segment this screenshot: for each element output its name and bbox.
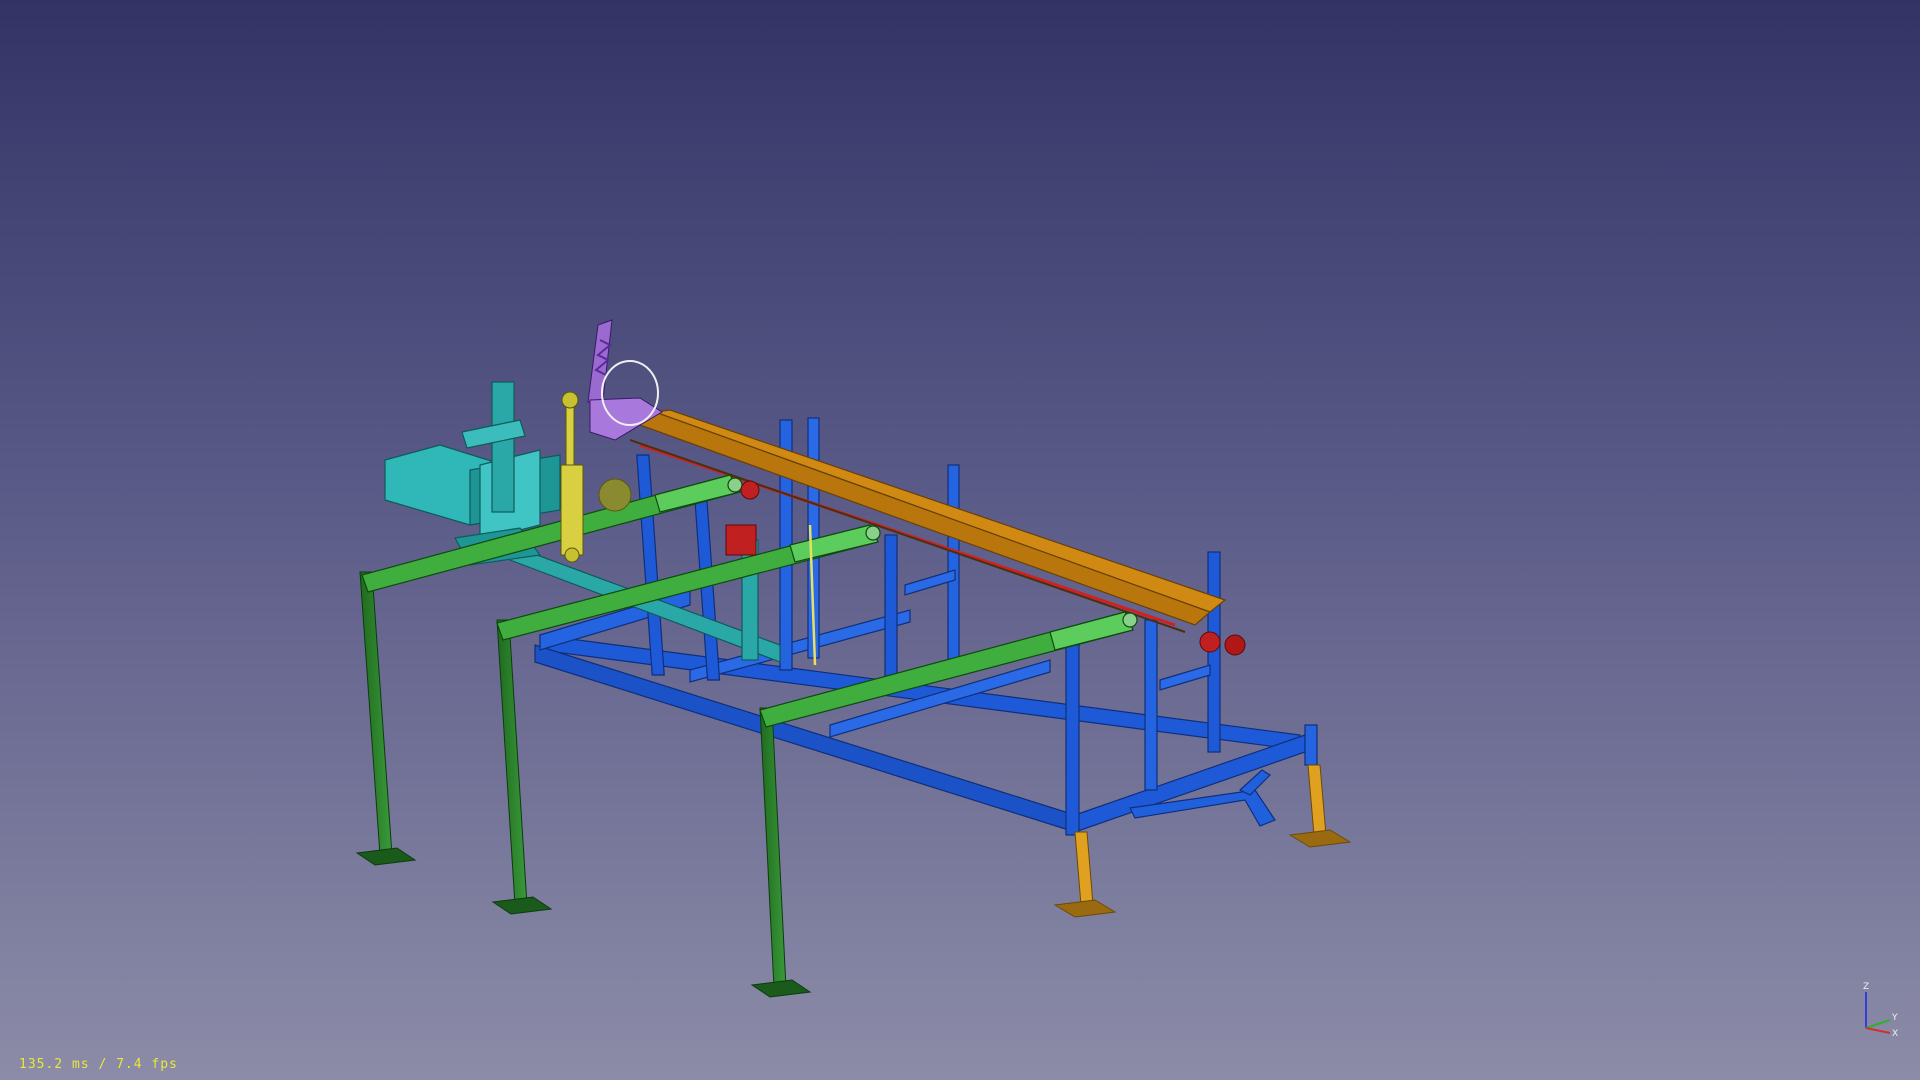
x-axis-label: X	[1892, 1029, 1898, 1038]
3d-viewport[interactable]: Z Y X 135.2 ms / 7.4 fps	[0, 0, 1920, 1080]
leg-orange-2[interactable]	[1307, 764, 1327, 836]
frame-post-10[interactable]	[1304, 724, 1318, 766]
frame-post-1[interactable]	[636, 454, 665, 676]
sprocket-1[interactable]	[740, 480, 760, 500]
base-frame[interactable]	[534, 417, 1318, 836]
arm-pivot-2[interactable]	[865, 525, 881, 541]
cylinder-top-eye[interactable]	[561, 391, 579, 409]
frame-post-5[interactable]	[884, 534, 898, 686]
drive-hub[interactable]	[598, 478, 632, 512]
x-axis-line	[1865, 1027, 1891, 1034]
top-rail[interactable]	[629, 409, 1227, 633]
sprocket-3[interactable]	[1224, 634, 1246, 656]
sprocket-2[interactable]	[1199, 631, 1221, 653]
arm-pivot-1[interactable]	[727, 477, 743, 493]
hopper-upright[interactable]	[491, 381, 515, 513]
arm-pivot-3[interactable]	[1122, 612, 1138, 628]
fps-counter: 135.2 ms / 7.4 fps	[19, 1057, 178, 1072]
cylinder-body[interactable]	[560, 464, 584, 556]
cad-model-scene[interactable]	[0, 0, 1920, 1080]
y-axis-label: Y	[1891, 1013, 1898, 1023]
foot-pad-3[interactable]	[750, 979, 812, 998]
foot-pad-2[interactable]	[491, 896, 553, 915]
frame-rung-1[interactable]	[1159, 664, 1211, 691]
cylinder-bottom-eye[interactable]	[564, 547, 580, 563]
frame-post-7[interactable]	[1065, 644, 1080, 836]
top-rail-face[interactable]	[638, 411, 1212, 626]
claw-lower-jaw[interactable]	[589, 397, 663, 441]
claw-upper-arm[interactable]	[587, 319, 613, 403]
sprockets[interactable]	[725, 480, 1246, 656]
frame-post-8[interactable]	[1144, 619, 1158, 791]
leg-left-3[interactable]	[759, 707, 787, 989]
leg-orange-1[interactable]	[1074, 831, 1094, 906]
leg-left-1[interactable]	[359, 571, 393, 856]
gearbox-red[interactable]	[725, 524, 757, 556]
z-axis-label: Z	[1863, 982, 1869, 992]
cylinder-rod[interactable]	[565, 404, 575, 466]
leg-left-2[interactable]	[496, 619, 528, 906]
foot-pad-orange-2[interactable]	[1288, 829, 1352, 848]
arm-2-end[interactable]	[789, 524, 879, 563]
arm-3-end[interactable]	[1049, 611, 1134, 651]
y-axis-line	[1865, 1019, 1891, 1029]
axis-indicator[interactable]: Z Y X	[1850, 978, 1910, 1038]
foot-pad-orange-1[interactable]	[1053, 899, 1117, 918]
foot-pad-1[interactable]	[355, 847, 417, 866]
frame-post-6[interactable]	[947, 464, 960, 666]
